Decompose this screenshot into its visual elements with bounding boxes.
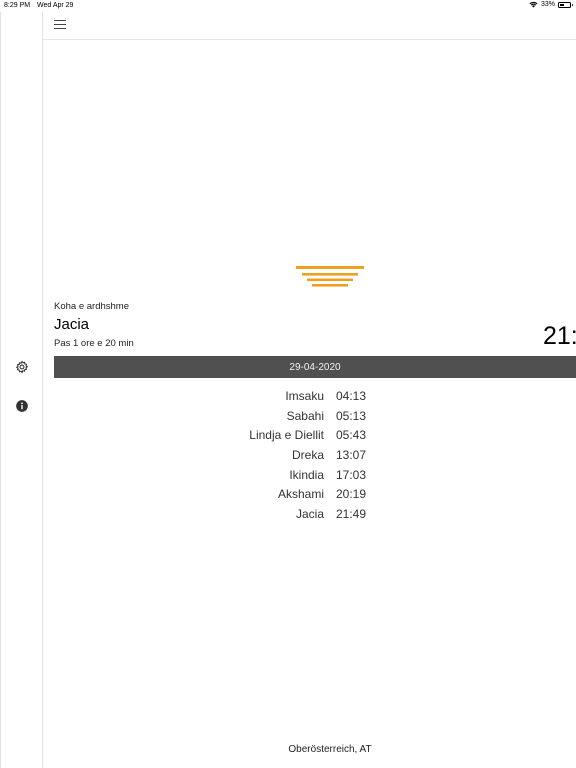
date-bar: 29-04-2020 (54, 356, 576, 378)
location-label: Oberösterreich, AT (288, 744, 372, 755)
date-text: 29-04-2020 (289, 361, 341, 373)
hamburger-menu-icon[interactable] (54, 20, 66, 30)
top-bar (43, 12, 576, 40)
prayer-name: Sabahi (286, 408, 324, 423)
prayer-name: Ikindia (289, 467, 324, 482)
prayer-name: Imsaku (285, 389, 324, 403)
next-prayer-name: Jacia (54, 316, 90, 333)
prayer-row-akshami: Akshami 20:19 (54, 484, 576, 504)
info-icon[interactable] (15, 399, 29, 413)
prayer-time: 20:19 (336, 487, 367, 502)
battery-fill (560, 3, 564, 6)
prayer-row-dreka: Dreka 13:07 (54, 445, 576, 465)
next-prayer-remaining: Pas 1 ore e 20 min (54, 338, 134, 349)
status-right: 33% (529, 1, 573, 8)
prayer-name: Akshami (277, 487, 324, 502)
status-date: Wed Apr 29 (37, 2, 74, 9)
prayer-row-ikindia: Ikindia 17:03 (54, 465, 576, 485)
battery-percent: 33% (540, 1, 555, 8)
prayer-name: Jacia (295, 507, 324, 522)
prayer-time: 05:43 (336, 428, 367, 443)
next-prayer-label: Koha e ardhshme (54, 301, 129, 312)
prayer-row-jacia: Jacia 21:49 (54, 504, 576, 524)
gear-icon[interactable] (15, 360, 29, 374)
prayer-time: 21:49 (336, 507, 367, 522)
prayer-name: Lindja e Diellit (249, 428, 324, 443)
prayer-row-sabahi: Sabahi 05:13 (54, 406, 576, 426)
prayer-row-lindja: Lindja e Diellit 05:43 (54, 425, 576, 445)
prayer-time: 17:03 (336, 467, 367, 482)
prayer-time: 13:07 (336, 448, 367, 463)
sidebar (0, 12, 43, 768)
moonset-icon (296, 225, 364, 287)
status-bar: 8:29 PM Wed Apr 29 33% (0, 0, 576, 12)
prayer-time: 05:13 (336, 408, 367, 423)
prayer-list: Imsaku 04:13 Sabahi 05:13 Lindja e Diell… (54, 386, 576, 524)
current-clock: 21: (543, 322, 576, 350)
battery-icon (558, 1, 573, 8)
prayer-name: Dreka (291, 448, 324, 463)
prayer-time: 04:13 (336, 389, 367, 403)
prayer-row-imsaku: Imsaku 04:13 (54, 386, 576, 406)
status-time: 8:29 PM (4, 2, 31, 9)
wifi-icon (529, 1, 538, 8)
